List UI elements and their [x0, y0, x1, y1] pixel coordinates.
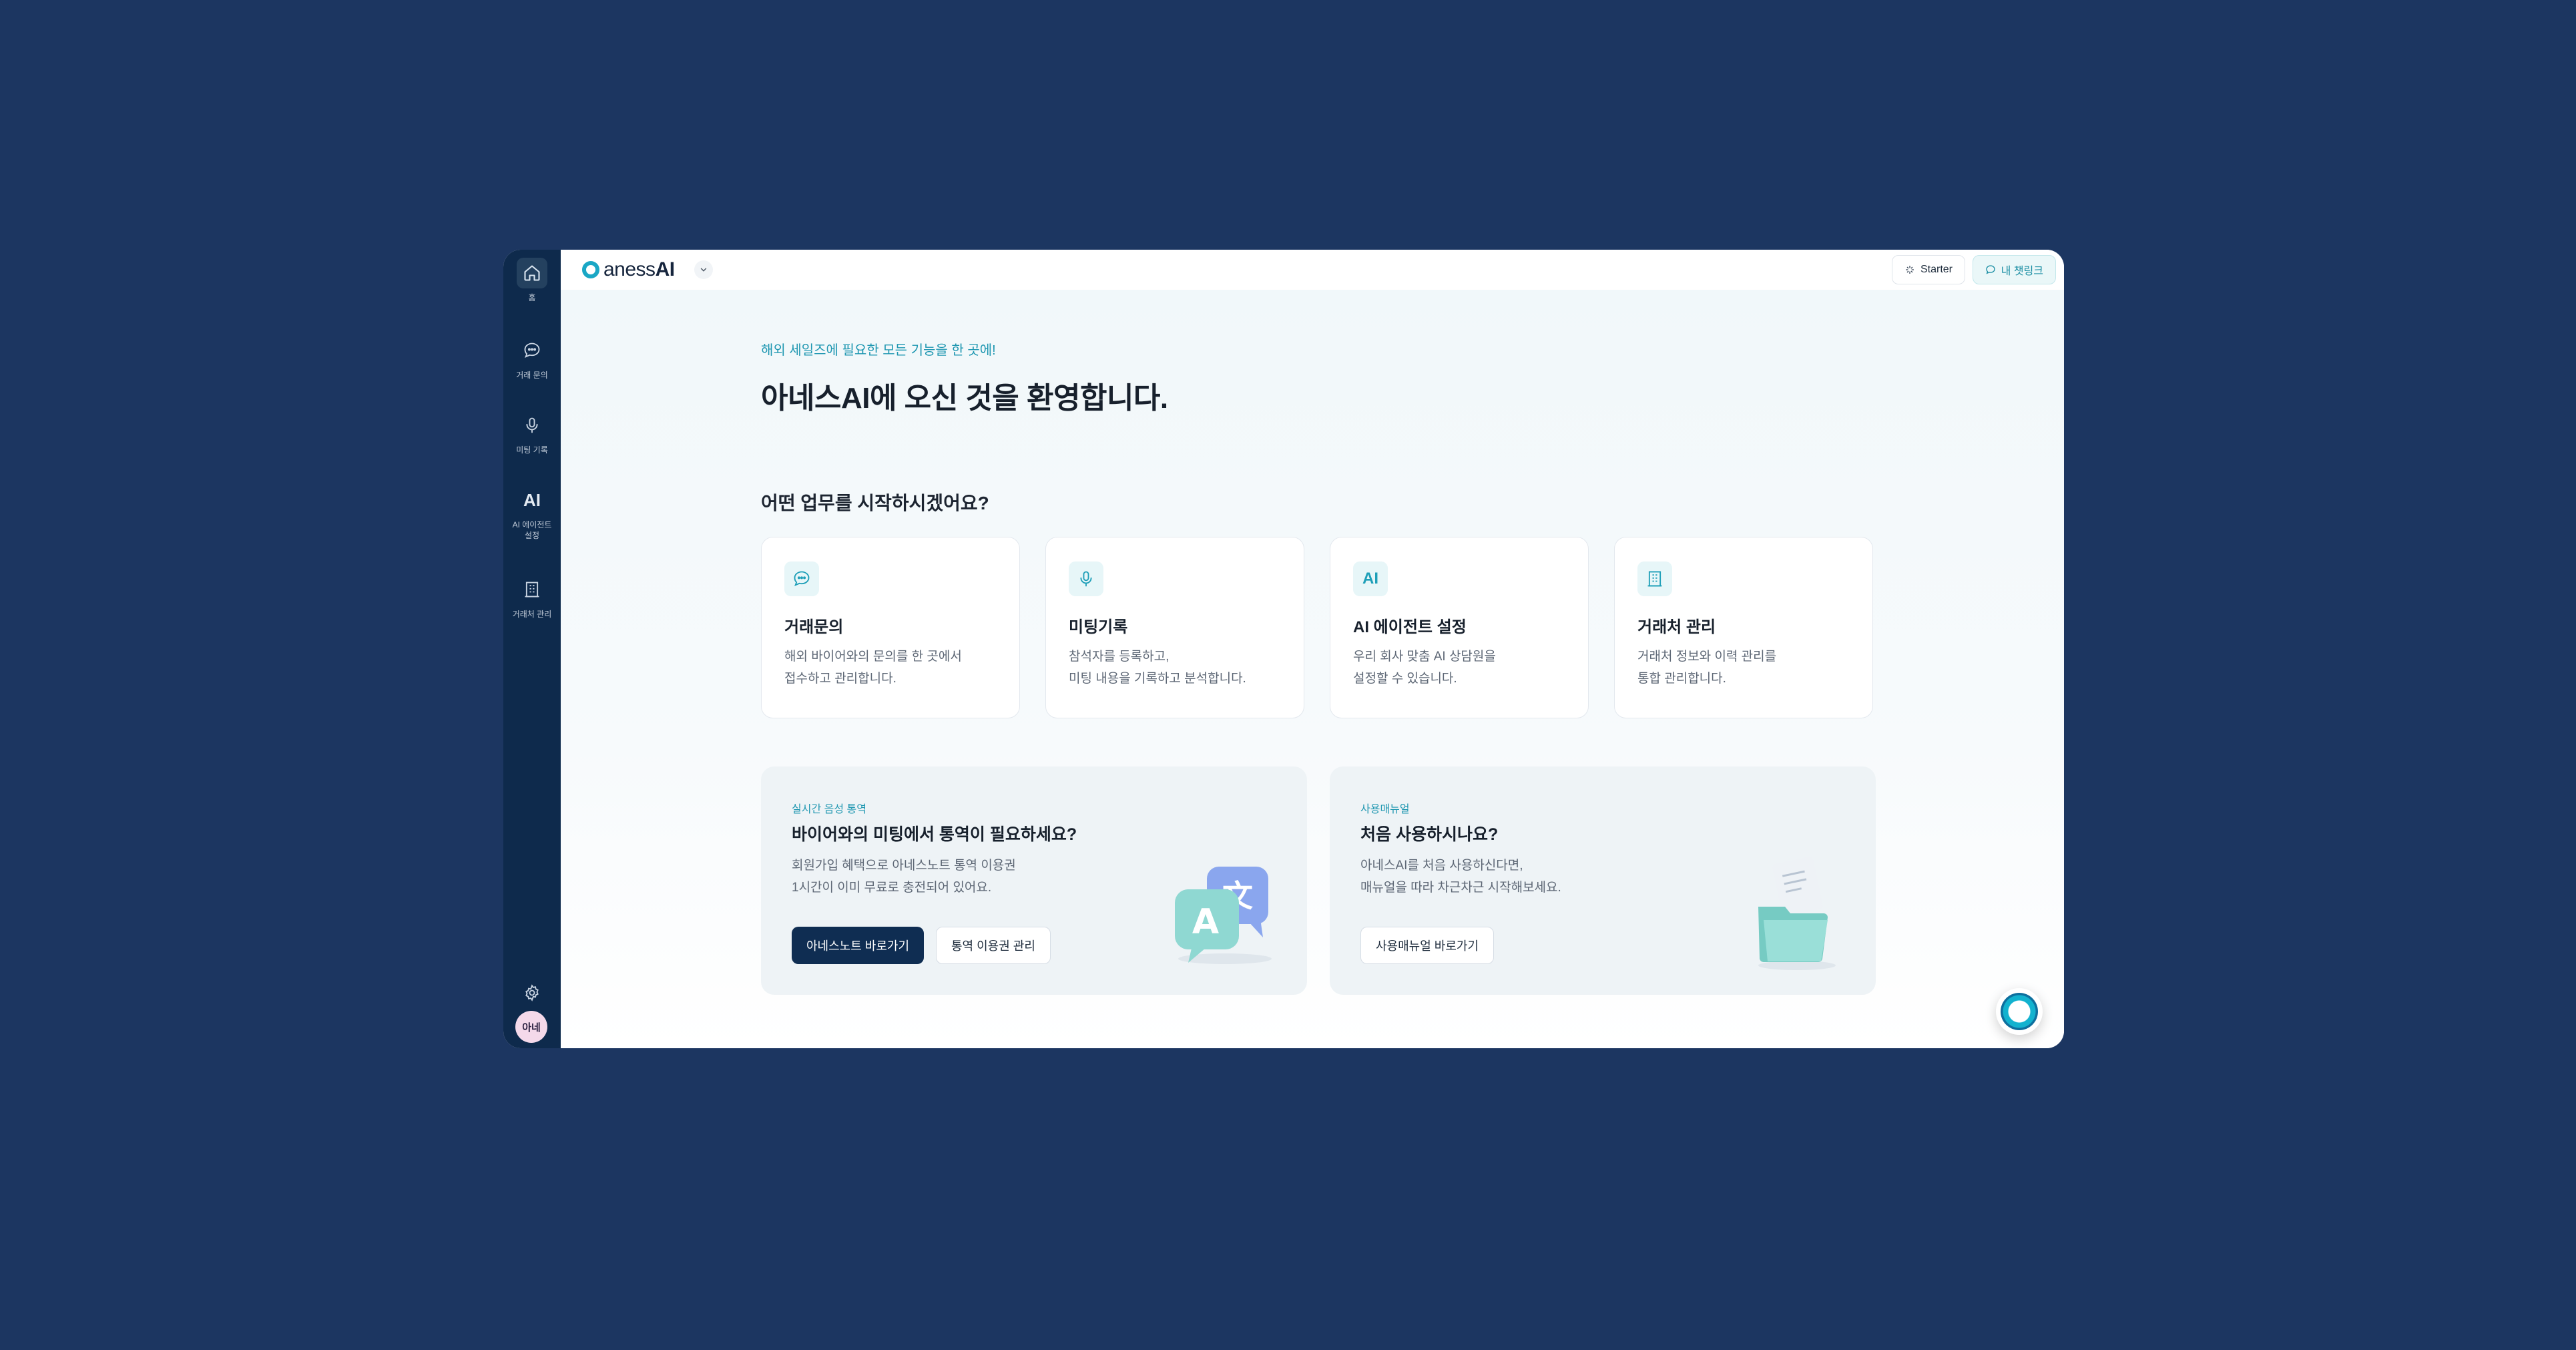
microphone-icon — [1069, 561, 1103, 596]
promo-tag: 실시간 음성 통역 — [792, 804, 866, 815]
topbar: anessAI Starter 내 챗링크 — [561, 250, 2064, 290]
card-description: 우리 회사 맞춤 AI 상담원을 설정할 수 있습니다. — [1353, 650, 1496, 686]
card-description: 참석자를 등록하고, 미팅 내용을 기록하고 분석합니다. — [1069, 650, 1246, 686]
sidebar-item-label: AI 에이전트 설정 — [512, 520, 552, 540]
welcome-eyebrow: 해외 세일즈에 필요한 모든 기능을 한 곳에! — [761, 343, 996, 358]
promo-description: 회원가입 혜택으로 아네스노트 통역 이용권 1시간이 이미 무료로 충전되어 있… — [792, 859, 1016, 895]
card-title: AI 에이전트 설정 — [1353, 618, 1467, 636]
folder-illustration — [1758, 857, 1836, 970]
sidebar-item-label: 거래 문의 — [516, 371, 548, 380]
promo-tag: 사용매뉴얼 — [1360, 804, 1410, 815]
translate-illustration: 文 A — [1175, 867, 1272, 964]
sidebar-item-label: 미팅 기록 — [516, 445, 548, 455]
sidebar-item-inquiry[interactable]: 거래 문의 — [503, 335, 561, 381]
home-icon — [517, 258, 547, 288]
card-inquiry[interactable]: 거래문의 해외 바이어와의 문의를 한 곳에서 접수하고 관리합니다. — [761, 537, 1020, 718]
svg-text:A: A — [1192, 902, 1219, 942]
ai-icon: AI — [1353, 561, 1388, 596]
my-chatlink-label: 내 챗링크 — [2001, 266, 2043, 277]
ai-icon: AI — [523, 489, 541, 510]
card-ai-agent[interactable]: AI AI 에이전트 설정 우리 회사 맞춤 AI 상담원을 설정할 수 있습니다… — [1330, 537, 1589, 718]
sidebar-item-meeting[interactable]: 미팅 기록 — [503, 410, 561, 455]
card-meeting[interactable]: 미팅기록 참석자를 등록하고, 미팅 내용을 기록하고 분석합니다. — [1045, 537, 1304, 718]
sidebar-item-clients[interactable]: 거래처 관리 — [503, 574, 561, 620]
sidebar: 홈 거래 문의 미팅 기록 AI AI 에이전트 설정 거래처 관리 아네 — [503, 250, 561, 1048]
sidebar-item-home[interactable]: 홈 — [503, 258, 561, 303]
promo-title: 처음 사용하시나요? — [1360, 825, 1499, 844]
chat-icon — [1986, 265, 1995, 274]
building-icon — [1637, 561, 1672, 596]
aness-logo-icon — [2001, 993, 2038, 1030]
building-icon — [517, 574, 547, 605]
avatar[interactable]: 아네 — [515, 1011, 547, 1043]
sparkle-icon — [1905, 266, 1914, 274]
sidebar-item-label: 홈 — [528, 293, 536, 302]
promo-title: 바이어와의 미팅에서 통역이 필요하세요? — [792, 825, 1077, 844]
card-title: 미팅기록 — [1069, 618, 1128, 636]
sidebar-item-label: 거래처 관리 — [512, 610, 552, 619]
chat-icon — [784, 561, 819, 596]
section-title: 어떤 업무를 시작하시겠어요? — [761, 493, 989, 513]
promo-description: 아네스AI를 처음 사용하신다면, 매뉴얼을 따라 차근차근 시작해보세요. — [1360, 859, 1561, 895]
main-content: 해외 세일즈에 필요한 모든 기능을 한 곳에! 아네스AI에 오신 것을 환영… — [561, 290, 2064, 1048]
chatbot-launcher-button[interactable] — [1996, 988, 2043, 1035]
sidebar-item-ai-agent[interactable]: AI AI 에이전트 설정 — [503, 485, 561, 541]
app-logo[interactable]: anessAI — [582, 256, 675, 283]
my-chatlink-button[interactable]: 내 챗링크 — [1972, 255, 2056, 284]
promo-interpretation: 실시간 음성 통역 바이어와의 미팅에서 통역이 필요하세요? 회원가입 혜택으… — [761, 766, 1307, 995]
logo-text: anessAI — [603, 258, 675, 280]
workspace-dropdown-button[interactable] — [694, 260, 713, 279]
microphone-icon — [517, 410, 547, 441]
settings-button[interactable] — [503, 977, 561, 1008]
plan-label: Starter — [1920, 264, 1953, 275]
card-description: 해외 바이어와의 문의를 한 곳에서 접수하고 관리합니다. — [784, 650, 962, 686]
chat-icon — [517, 335, 547, 366]
app-window: 홈 거래 문의 미팅 기록 AI AI 에이전트 설정 거래처 관리 아네 an… — [503, 250, 2064, 1048]
card-description: 거래처 정보와 이력 관리를 통합 관리합니다. — [1637, 650, 1777, 686]
page-title: 아네스AI에 오신 것을 환영합니다. — [761, 382, 1168, 415]
chevron-down-icon — [700, 268, 707, 272]
manual-shortcut-button[interactable]: 사용매뉴얼 바로가기 — [1360, 927, 1495, 964]
card-title: 거래처 관리 — [1637, 618, 1716, 636]
card-title: 거래문의 — [784, 618, 844, 636]
card-clients[interactable]: 거래처 관리 거래처 정보와 이력 관리를 통합 관리합니다. — [1614, 537, 1873, 718]
gear-icon — [517, 977, 547, 1008]
promo-manual: 사용매뉴얼 처음 사용하시나요? 아네스AI를 처음 사용하신다면, 매뉴얼을 따… — [1330, 766, 1876, 995]
anessnote-shortcut-button[interactable]: 아네스노트 바로가기 — [792, 927, 925, 964]
plan-button[interactable]: Starter — [1891, 255, 1965, 284]
logo-mark-icon — [582, 261, 599, 278]
interpretation-pass-button[interactable]: 통역 이용권 관리 — [936, 927, 1051, 964]
